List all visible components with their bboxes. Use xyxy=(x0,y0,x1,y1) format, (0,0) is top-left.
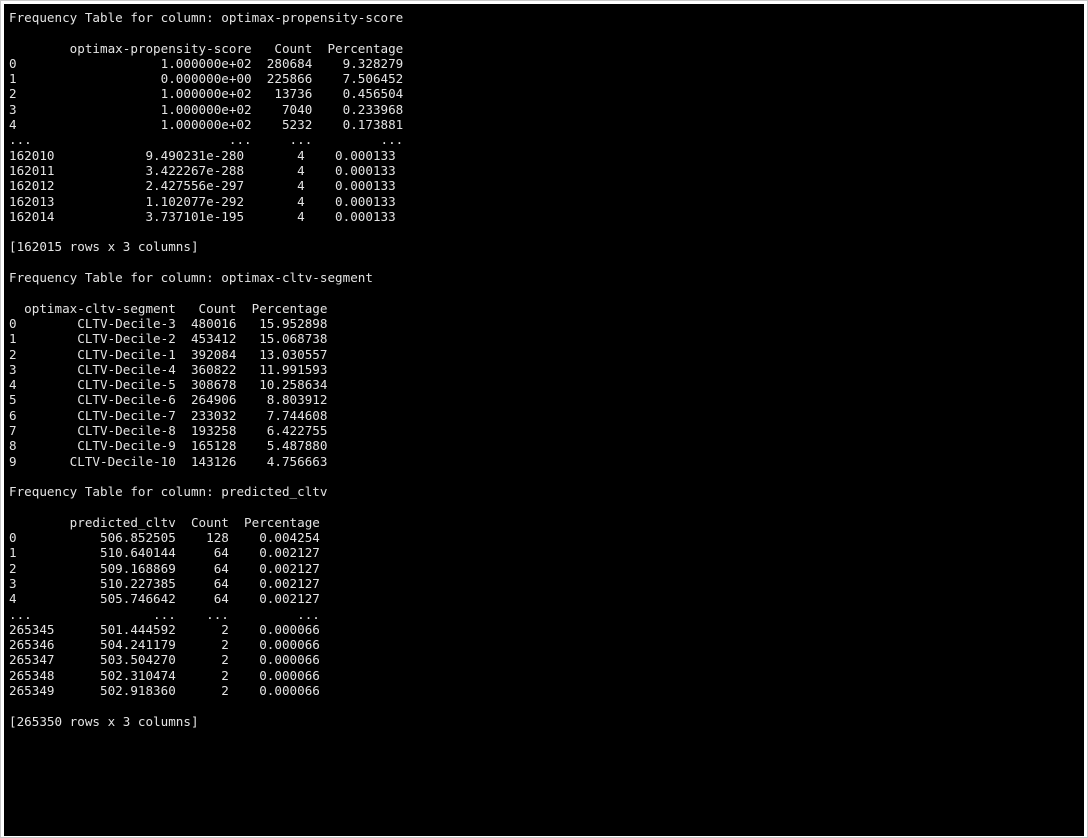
table-row: 1 CLTV-Decile-2 453412 15.068738 xyxy=(9,331,328,347)
table-row: 0 506.852505 128 0.004254 xyxy=(9,530,320,546)
table-row: 2 CLTV-Decile-1 392084 13.030557 xyxy=(9,346,328,362)
table-header-row: optimax-cltv-segment Count Percentage xyxy=(9,300,328,316)
table-row: 4 505.746642 64 0.002127 xyxy=(9,591,320,607)
table-row: 3 1.000000e+02 7040 0.233968 xyxy=(9,101,404,117)
table-heading: Frequency Table for column: predicted_cl… xyxy=(9,484,328,500)
table-row: 162014 3.737101e-195 4 0.000133 xyxy=(9,208,396,224)
table-header-row: predicted_cltv Count Percentage xyxy=(9,514,320,530)
table-row: 162010 9.490231e-280 4 0.000133 xyxy=(9,147,396,163)
table-heading: Frequency Table for column: optimax-prop… xyxy=(9,10,404,25)
output-frame: Frequency Table for column: optimax-prop… xyxy=(0,0,1088,838)
table-row: 265349 502.918360 2 0.000066 xyxy=(9,683,320,699)
table-heading: Frequency Table for column: optimax-cltv… xyxy=(9,270,373,286)
table-row: 265345 501.444592 2 0.000066 xyxy=(9,621,320,637)
table-row: 265346 504.241179 2 0.000066 xyxy=(9,637,320,653)
table-row: 0 1.000000e+02 280684 9.328279 xyxy=(9,55,404,71)
table-row: 3 CLTV-Decile-4 360822 11.991593 xyxy=(9,361,328,377)
table-row: 265347 503.504270 2 0.000066 xyxy=(9,652,320,668)
table-row: 8 CLTV-Decile-9 165128 5.487880 xyxy=(9,438,328,454)
table-shape-summary: [162015 rows x 3 columns] xyxy=(9,239,199,255)
table-row: 4 1.000000e+02 5232 0.173881 xyxy=(9,117,404,133)
table-row: 6 CLTV-Decile-7 233032 7.744608 xyxy=(9,407,328,423)
table-row: ... ... ... ... xyxy=(9,606,320,622)
console-output-panel[interactable]: Frequency Table for column: optimax-prop… xyxy=(4,4,1084,836)
table-row: 7 CLTV-Decile-8 193258 6.422755 xyxy=(9,423,328,439)
table-shape-summary: [265350 rows x 3 columns] xyxy=(9,713,199,729)
table-header-row: optimax-propensity-score Count Percentag… xyxy=(9,40,404,56)
table-row: ... ... ... ... xyxy=(9,132,404,148)
table-row: 1 510.640144 64 0.002127 xyxy=(9,545,320,561)
table-row: 162012 2.427556e-297 4 0.000133 xyxy=(9,178,396,194)
table-row: 162011 3.422267e-288 4 0.000133 xyxy=(9,162,396,178)
table-row: 9 CLTV-Decile-10 143126 4.756663 xyxy=(9,453,328,469)
table-row: 3 510.227385 64 0.002127 xyxy=(9,575,320,591)
table-row: 4 CLTV-Decile-5 308678 10.258634 xyxy=(9,377,328,393)
console-output-text: Frequency Table for column: optimax-prop… xyxy=(4,4,1084,729)
table-row: 162013 1.102077e-292 4 0.000133 xyxy=(9,193,396,209)
table-row: 265348 502.310474 2 0.000066 xyxy=(9,667,320,683)
table-row: 2 509.168869 64 0.002127 xyxy=(9,560,320,576)
table-row: 2 1.000000e+02 13736 0.456504 xyxy=(9,86,404,102)
table-row: 0 CLTV-Decile-3 480016 15.952898 xyxy=(9,315,328,331)
table-row: 5 CLTV-Decile-6 264906 8.803912 xyxy=(9,392,328,408)
table-row: 1 0.000000e+00 225866 7.506452 xyxy=(9,71,404,87)
